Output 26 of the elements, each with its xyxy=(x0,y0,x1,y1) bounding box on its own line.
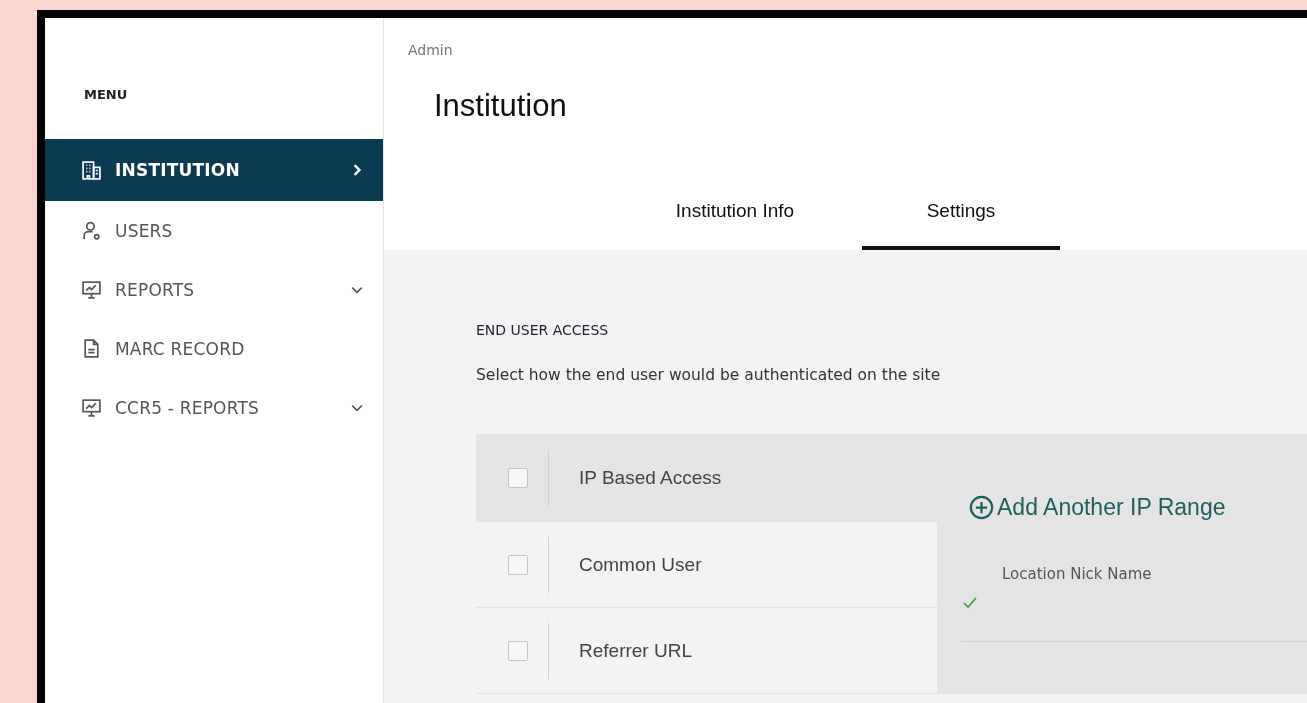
sidebar-item[interactable]: MARC RECORD xyxy=(45,319,383,378)
checkbox[interactable] xyxy=(508,467,528,488)
sidebar-item[interactable]: INSTITUTION xyxy=(45,139,383,201)
sidebar-item[interactable]: CCR5 - REPORTS xyxy=(45,378,383,437)
checkbox[interactable] xyxy=(508,640,528,661)
sidebar-item[interactable]: USERS xyxy=(45,201,383,260)
access-option[interactable]: Common User xyxy=(476,522,937,608)
field-label: Location Nick Name xyxy=(1002,565,1153,583)
building-icon xyxy=(81,159,102,181)
presentation-icon xyxy=(81,397,102,418)
breadcrumb[interactable]: Admin xyxy=(384,18,1307,58)
section-heading: END USER ACCESS xyxy=(476,322,610,338)
presentation-icon xyxy=(81,279,102,300)
access-option[interactable]: Referrer URL xyxy=(476,608,937,694)
access-option[interactable]: IP Based Access xyxy=(476,434,937,522)
add-ip-range-button[interactable]: Add Another IP Range xyxy=(969,494,1226,521)
checkbox[interactable] xyxy=(508,554,528,575)
document-icon xyxy=(81,338,102,359)
plus-circle-icon xyxy=(969,495,994,520)
tab[interactable]: Institution Info xyxy=(636,200,834,250)
page-title: Institution xyxy=(434,88,568,124)
section-description: Select how the end user would be authenticated on the site xyxy=(476,366,942,384)
user-icon xyxy=(81,220,102,241)
menu-heading: MENU xyxy=(84,87,129,103)
chevron-right-icon xyxy=(351,164,363,176)
sidebar-item[interactable]: REPORTS xyxy=(45,260,383,319)
